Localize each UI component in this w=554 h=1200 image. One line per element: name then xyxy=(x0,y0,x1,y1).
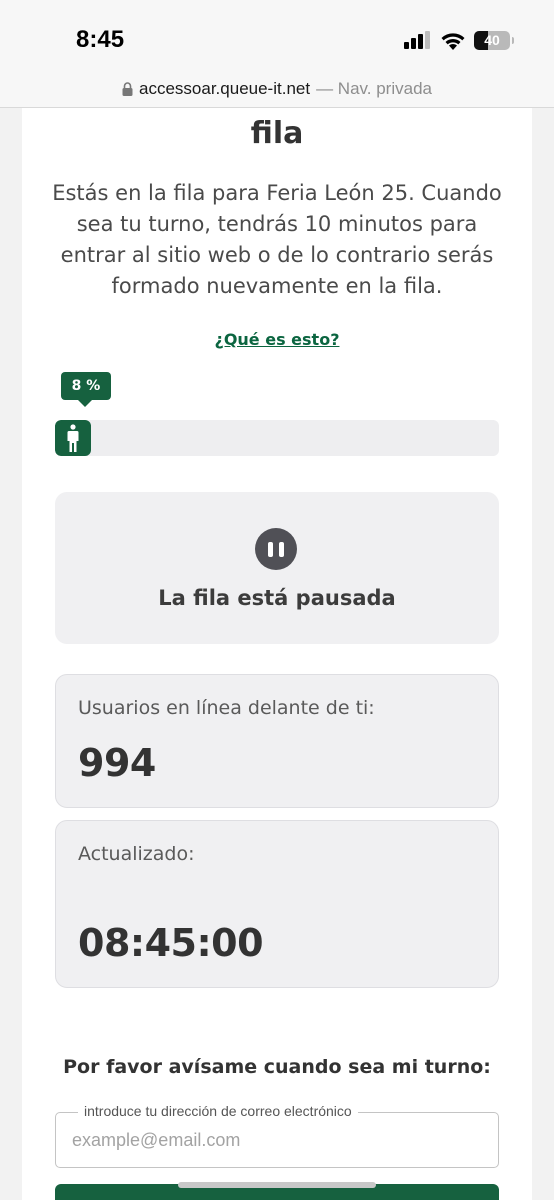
progress-bar xyxy=(55,420,499,456)
lock-icon xyxy=(122,81,133,96)
queue-page: fila Estás en la fila para Feria León 25… xyxy=(22,108,532,1200)
users-ahead-label: Usuarios en línea delante de ti: xyxy=(78,697,375,719)
last-updated-time: 08:45:00 xyxy=(78,921,264,965)
last-updated-panel: Actualizado: 08:45:00 xyxy=(55,820,499,988)
queue-paused-text: La fila está pausada xyxy=(158,586,396,610)
cellular-signal-icon xyxy=(404,31,430,49)
status-bar: 8:45 40 xyxy=(0,0,554,70)
url-host: accessoar.queue-it.net xyxy=(139,78,311,98)
queue-intro-text: Estás en la fila para Feria León 25. Cua… xyxy=(52,181,502,298)
page-title: fila xyxy=(250,116,304,151)
person-icon xyxy=(67,424,79,452)
email-field[interactable]: introduce tu dirección de correo electró… xyxy=(55,1103,499,1168)
private-mode-label: — Nav. privada xyxy=(316,78,432,98)
battery-level: 40 xyxy=(484,32,500,48)
whats-this-link[interactable]: ¿Qué es esto? xyxy=(22,330,532,349)
home-indicator xyxy=(178,1182,376,1188)
status-icons: 40 xyxy=(404,28,514,52)
notify-heading: Por favor avísame cuando sea mi turno: xyxy=(63,1056,491,1078)
users-ahead-count: 994 xyxy=(78,741,156,785)
progress-fill xyxy=(55,420,91,456)
queue-paused-panel: La fila está pausada xyxy=(55,492,499,644)
pause-icon xyxy=(255,528,297,570)
last-updated-label: Actualizado: xyxy=(78,843,195,865)
email-input[interactable] xyxy=(72,1113,482,1167)
wifi-icon xyxy=(441,32,465,50)
status-time: 8:45 xyxy=(76,26,125,53)
url-bar[interactable]: accessoar.queue-it.net — Nav. privada xyxy=(0,70,554,108)
battery-icon: 40 xyxy=(474,30,514,50)
progress-percent-badge: 8 % xyxy=(61,372,111,407)
users-ahead-panel: Usuarios en línea delante de ti: 994 xyxy=(55,674,499,808)
